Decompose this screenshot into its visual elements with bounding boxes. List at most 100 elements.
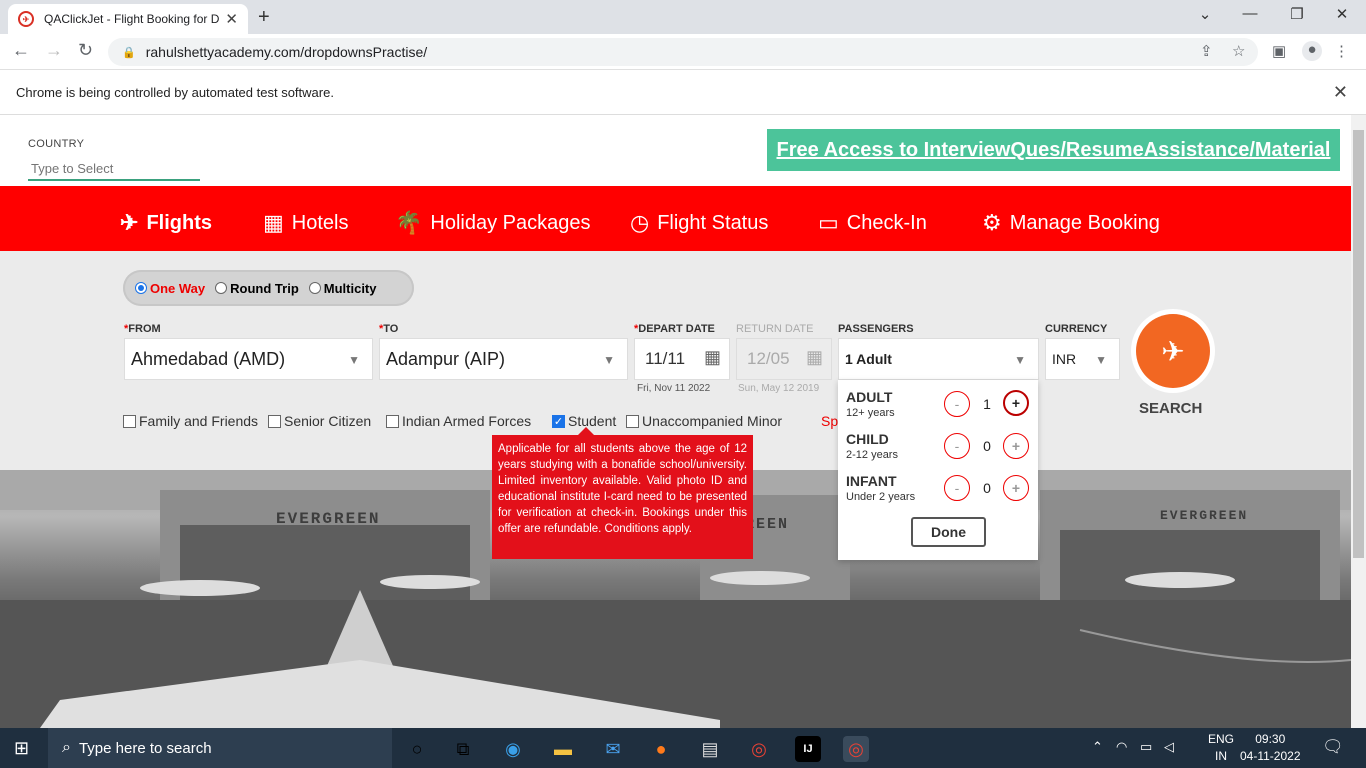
minimize-button[interactable]: — <box>1230 5 1270 22</box>
nav-hotels[interactable]: ▦ Hotels <box>263 210 349 236</box>
taskbar-search-text: Type here to search <box>78 739 212 757</box>
passengers-value: 1 Adult <box>845 351 892 367</box>
url-text: rahulshettyacademy.com/dropdownsPractise… <box>145 44 428 60</box>
forward-icon[interactable]: → <box>45 40 63 61</box>
to-value: Adampur (AIP) <box>386 348 506 369</box>
country-input[interactable] <box>28 157 200 181</box>
taskbar-search-box[interactable]: ⌕ Type here to search <box>48 728 392 768</box>
calendar-icon[interactable]: ▦ <box>806 347 823 368</box>
new-tab-button[interactable]: + <box>258 6 270 29</box>
volume-icon[interactable]: ◁ <box>1164 739 1174 755</box>
tooltip-arrow <box>578 427 594 435</box>
radio-multicity[interactable]: Multicity <box>308 280 377 296</box>
maximize-button[interactable]: ❐ <box>1277 5 1317 23</box>
infant-decrement-button[interactable]: - <box>944 475 970 501</box>
browser-tab[interactable]: ✈ QAClickJet - Flight Booking for D ✕ <box>8 4 248 34</box>
pax-adult-sub: 12+ years <box>846 407 895 419</box>
depart-date-field[interactable]: 11/11 ▦ <box>634 338 730 380</box>
nav-flight-status[interactable]: ◷ Flight Status <box>630 210 768 236</box>
share-icon[interactable]: ⇪ <box>1200 42 1213 60</box>
infobar-close-icon[interactable]: ✕ <box>1333 82 1348 103</box>
nav-check-in[interactable]: ▭ Check-In <box>818 210 927 236</box>
nav-check-in-label: Check-In <box>846 211 927 234</box>
infobar-text: Chrome is being controlled by automated … <box>16 85 334 100</box>
passengers-dropdown[interactable]: 1 Adult ▼ <box>838 338 1039 380</box>
child-increment-button[interactable]: + <box>1003 433 1029 459</box>
cortana-icon[interactable]: ○ <box>404 736 430 762</box>
currency-dropdown[interactable]: INR ▼ <box>1045 338 1120 380</box>
to-dropdown[interactable]: Adampur (AIP) ▼ <box>379 338 628 380</box>
checkbox-senior-citizen[interactable]: Senior Citizen <box>268 413 371 429</box>
return-date-value: 12/05 <box>747 349 790 368</box>
adult-decrement-button[interactable]: - <box>944 391 970 417</box>
profile-avatar-icon[interactable]: ● <box>1302 41 1322 61</box>
chevron-down-icon: ▼ <box>603 353 615 367</box>
country-label: COUNTRY <box>28 138 85 150</box>
nav-flights[interactable]: ✈ Flights <box>120 210 212 236</box>
close-window-button[interactable]: ✕ <box>1322 5 1362 23</box>
bookmark-star-icon[interactable]: ☆ <box>1232 42 1245 60</box>
infant-increment-button[interactable]: + <box>1003 475 1029 501</box>
chrome-active-icon[interactable]: ◎ <box>843 736 869 762</box>
multicity-label: Multicity <box>323 280 377 296</box>
senior-citizen-label: Senior Citizen <box>284 413 372 429</box>
return-date-field[interactable]: 12/05 ▦ <box>736 338 832 380</box>
firefox-icon[interactable]: ● <box>648 736 674 762</box>
task-view-icon[interactable]: ⧉ <box>450 736 476 762</box>
from-dropdown[interactable]: Ahmedabad (AMD) ▼ <box>124 338 373 380</box>
language-indicator[interactable]: ENG IN <box>1208 731 1234 765</box>
clock-time: 09:30 <box>1255 732 1286 746</box>
site-favicon-icon: ✈ <box>18 11 34 27</box>
plane-icon: ✈ <box>1136 314 1210 388</box>
close-tab-icon[interactable]: ✕ <box>225 10 238 28</box>
depart-date-label: *DEPART DATE <box>634 323 715 335</box>
radio-round-trip[interactable]: Round Trip <box>215 281 299 296</box>
nav-holiday-label: Holiday Packages <box>430 211 591 234</box>
menu-kebab-icon[interactable]: ⋮ <box>1334 42 1349 60</box>
checkbox-family-friends[interactable]: Family and Friends <box>123 413 258 429</box>
nav-holiday-packages[interactable]: 🌴 Holiday Packages <box>395 210 591 236</box>
scrollbar-thumb[interactable] <box>1353 130 1364 558</box>
currency-value: INR <box>1052 351 1077 367</box>
file-explorer-icon[interactable]: ▬ <box>550 736 576 762</box>
radio-one-way[interactable]: One Way <box>135 281 205 296</box>
chrome-icon[interactable]: ◎ <box>746 736 772 762</box>
calendar-icon[interactable]: ▦ <box>704 347 721 368</box>
search-label: SEARCH <box>1139 400 1203 417</box>
adult-increment-button[interactable]: + <box>1003 390 1029 416</box>
passengers-label: PASSENGERS <box>838 323 914 335</box>
edge-icon[interactable]: ◉ <box>500 736 526 762</box>
network-icon[interactable]: ◠ <box>1116 739 1127 755</box>
adult-count: 1 <box>983 396 991 412</box>
done-button[interactable]: Done <box>911 517 986 547</box>
automation-infobar: Chrome is being controlled by automated … <box>0 71 1366 115</box>
tab-title: QAClickJet - Flight Booking for D <box>44 12 220 26</box>
pax-child-label: CHILD 2-12 years <box>846 431 898 461</box>
child-decrement-button[interactable]: - <box>944 433 970 459</box>
store-icon[interactable]: ▤ <box>697 736 723 762</box>
mail-icon[interactable]: ✉ <box>600 736 626 762</box>
notifications-icon[interactable]: 🗨 <box>1322 737 1344 757</box>
chevron-down-icon: ▼ <box>1095 353 1107 367</box>
side-panel-icon[interactable]: ▣ <box>1272 42 1286 60</box>
reload-icon[interactable]: ↻ <box>78 40 93 61</box>
chevron-down-icon: ▼ <box>348 353 360 367</box>
intellij-icon[interactable]: IJ <box>795 736 821 762</box>
clock-icon: ◷ <box>630 210 650 235</box>
search-button[interactable]: ✈ <box>1131 309 1215 393</box>
nav-manage-booking[interactable]: ⚙ Manage Booking <box>982 210 1160 236</box>
tray-chevron-icon[interactable]: ⌃ <box>1092 739 1103 755</box>
checkbox-armed-forces[interactable]: Indian Armed Forces <box>386 413 531 429</box>
clock[interactable]: 09:30 04-11-2022 <box>1240 731 1301 765</box>
windows-start-icon[interactable]: ⊞ <box>14 738 29 759</box>
tab-search-icon[interactable]: ⌄ <box>1185 5 1225 23</box>
check-icon: ✓ <box>552 414 565 428</box>
checkbox-unaccompanied-minor[interactable]: Unaccompanied Minor <box>626 413 782 429</box>
currency-label: CURRENCY <box>1045 323 1108 335</box>
battery-icon[interactable]: ▭ <box>1140 739 1152 755</box>
family-friends-label: Family and Friends <box>139 413 259 429</box>
back-icon[interactable]: ← <box>12 40 30 61</box>
free-access-link[interactable]: Free Access to InterviewQues/ResumeAssis… <box>767 129 1340 171</box>
address-bar[interactable]: 🔒 rahulshettyacademy.com/dropdownsPracti… <box>108 38 1258 66</box>
from-value: Ahmedabad (AMD) <box>131 348 286 369</box>
